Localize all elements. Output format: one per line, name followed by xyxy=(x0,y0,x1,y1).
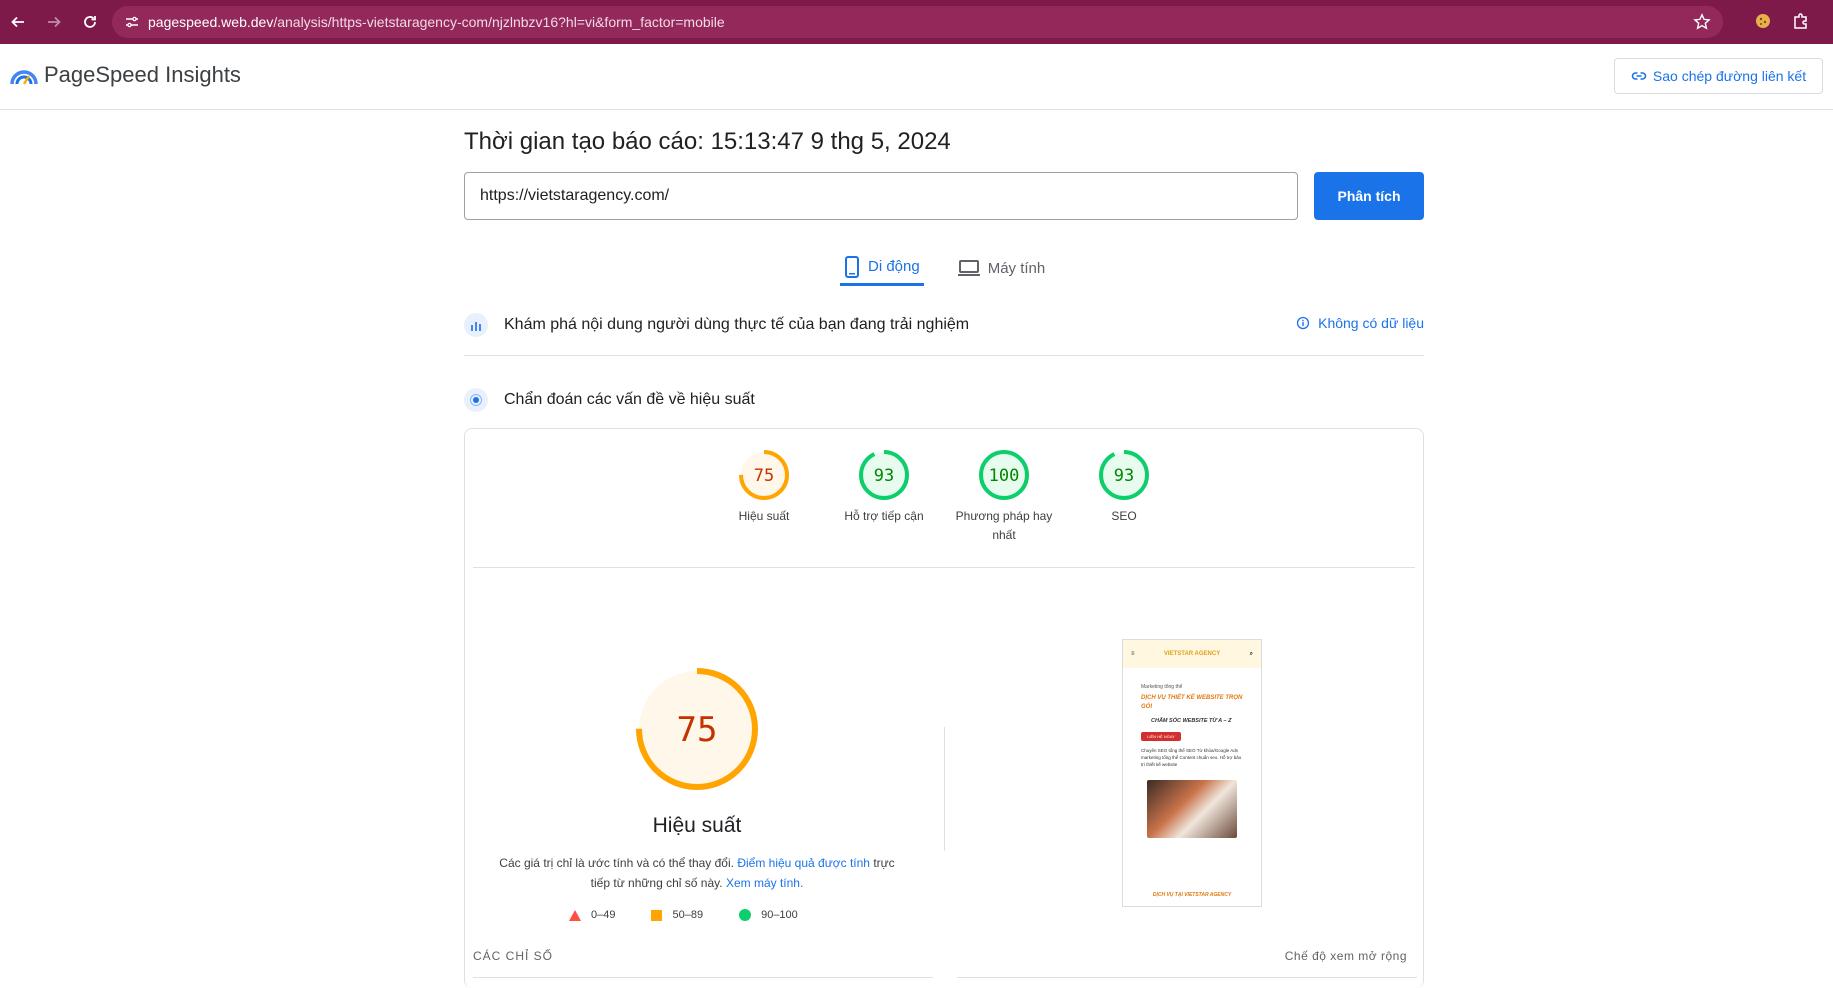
screenshot-brand: VIETSTAR AGENCY xyxy=(1163,651,1221,657)
red-triangle-icon xyxy=(569,909,581,921)
section-divider xyxy=(464,355,1424,356)
back-button[interactable] xyxy=(0,4,36,40)
forward-button[interactable] xyxy=(36,4,72,40)
screenshot-tagline: Marketing tổng thể xyxy=(1141,684,1183,690)
gauge-seo[interactable]: 93 SEO xyxy=(1064,449,1184,545)
performance-big-score: 75 xyxy=(677,710,718,750)
search-icon: ⌕ xyxy=(1249,650,1253,657)
screenshot-cta: LIÊN HỆ NGAY xyxy=(1141,732,1181,741)
metrics-divider xyxy=(473,977,933,978)
score-gauges: 75 Hiệu suất 93 Hỗ trợ tiếp cận 100 Phươ… xyxy=(465,449,1423,545)
pagespeed-logo-icon[interactable] xyxy=(10,64,38,88)
gauge-label: SEO xyxy=(1111,509,1137,523)
legend-item-average: 50–89 xyxy=(651,909,703,921)
gauge-best-practices[interactable]: 100 Phương pháp hay nhất xyxy=(944,449,1064,545)
arrow-right-icon xyxy=(48,16,61,28)
device-tabs: Di động Máy tính xyxy=(840,250,1079,290)
performance-heading: Hiệu suất xyxy=(652,814,742,837)
browser-toolbar: pagespeed.web.dev/analysis/https-vietsta… xyxy=(0,0,1833,44)
gauge-performance[interactable]: 75 Hiệu suất xyxy=(704,449,824,545)
expand-view-toggle[interactable]: Chế độ xem mở rộng xyxy=(1285,949,1407,963)
legend-label: 50–89 xyxy=(672,909,704,921)
app-header: PageSpeed Insights Sao chép đường liên k… xyxy=(0,44,1833,110)
orange-square-icon xyxy=(651,909,663,921)
legend-item-pass: 90–100 xyxy=(739,909,798,921)
performance-description: Các giá trị chỉ là ước tính và có thể th… xyxy=(495,853,899,893)
score-calc-link[interactable]: Điểm hiệu quả được tính xyxy=(737,856,870,870)
gauge-accessibility[interactable]: 93 Hỗ trợ tiếp cận xyxy=(824,449,944,545)
address-bar[interactable]: pagespeed.web.dev/analysis/https-vietsta… xyxy=(112,6,1723,38)
bookmark-star-icon[interactable] xyxy=(1693,13,1711,31)
see-calculator-link[interactable]: Xem máy tính. xyxy=(726,876,803,890)
laptop-icon xyxy=(957,260,980,276)
screenshot-footer: DỊCH VỤ TẠI VIETSTAR AGENCY xyxy=(1152,892,1232,898)
tab-mobile[interactable]: Di động xyxy=(840,250,924,286)
no-data-label: Không có dữ liệu xyxy=(1318,315,1424,331)
menu-icon: ≡ xyxy=(1131,651,1135,657)
gauge-score: 100 xyxy=(989,466,1020,486)
user-experience-icon xyxy=(464,313,488,337)
url-input[interactable] xyxy=(464,172,1298,220)
no-data-link[interactable]: Không có dữ liệu xyxy=(1296,315,1424,331)
metrics-heading: CÁC CHỈ SỐ xyxy=(473,949,554,963)
cookie-extension-icon[interactable] xyxy=(1752,10,1774,32)
performance-big-gauge: 75 xyxy=(636,668,758,790)
score-legend: 0–49 50–89 90–100 xyxy=(569,909,798,921)
gauge-label: Phương pháp hay nhất xyxy=(955,509,1053,542)
reload-button[interactable] xyxy=(72,4,108,40)
tab-desktop[interactable]: Máy tính xyxy=(954,250,1050,286)
app-title[interactable]: PageSpeed Insights xyxy=(44,62,241,88)
report-card: 75 Hiệu suất 93 Hỗ trợ tiếp cận 100 Phươ… xyxy=(464,428,1424,988)
reload-icon xyxy=(84,16,96,28)
screenshot-subtitle: CHĂM SÓC WEBSITE TỪ A – Z xyxy=(1151,718,1232,724)
smartphone-icon xyxy=(845,255,859,278)
gauge-best-practices-ring: 100 xyxy=(979,450,1029,500)
legend-label: 0–49 xyxy=(591,909,616,921)
gauge-score: 93 xyxy=(874,466,894,486)
gauge-label: Hiệu suất xyxy=(738,509,790,523)
screenshot-paragraph: Chuyên SEO tổng thể SEO Từ khóa/Google A… xyxy=(1141,748,1242,767)
gauge-seo-ring: 93 xyxy=(1099,450,1149,500)
arrow-left-icon xyxy=(11,16,24,28)
gauge-performance-ring: 75 xyxy=(739,450,789,500)
screenshot-header: ≡ VIETSTAR AGENCY ⌕ xyxy=(1123,640,1261,668)
gauge-score: 93 xyxy=(1114,466,1134,486)
lab-data-icon xyxy=(464,388,488,412)
tab-desktop-label: Máy tính xyxy=(987,259,1046,277)
link-icon xyxy=(1631,72,1647,80)
green-circle-icon xyxy=(739,909,752,921)
gauge-accessibility-ring: 93 xyxy=(859,450,909,500)
copy-link-label: Sao chép đường liên kết xyxy=(1652,68,1807,84)
screenshot-title: DỊCH VỤ THIẾT KẾ WEBSITE TRỌN GÓI xyxy=(1141,695,1243,710)
address-text: pagespeed.web.dev/analysis/https-vietsta… xyxy=(148,14,725,30)
field-data-text: Khám phá nội dung người dùng thực tế của… xyxy=(504,316,970,333)
metrics-divider xyxy=(957,977,1417,978)
tab-mobile-label: Di động xyxy=(868,258,920,275)
field-data-section: Khám phá nội dung người dùng thực tế của… xyxy=(464,305,1424,345)
vertical-divider xyxy=(944,727,945,851)
report-time-heading: Thời gian tạo báo cáo: 15:13:47 9 thg 5,… xyxy=(464,128,951,155)
diagnose-text: Chẩn đoán các vấn đề về hiệu suất xyxy=(504,391,755,408)
desc-text-1: Các giá trị chỉ là ước tính và có thể th… xyxy=(499,856,734,870)
legend-label: 90–100 xyxy=(761,909,798,921)
screenshot-hero-image xyxy=(1147,780,1237,838)
extensions-puzzle-icon[interactable] xyxy=(1790,10,1812,32)
page-screenshot[interactable]: ≡ VIETSTAR AGENCY ⌕ Marketing tổng thể D… xyxy=(1122,639,1262,907)
card-divider xyxy=(473,567,1415,568)
gauge-label: Hỗ trợ tiếp cận xyxy=(844,509,924,523)
analyze-button[interactable]: Phân tích xyxy=(1314,172,1424,220)
info-icon xyxy=(1296,316,1310,330)
diagnose-section: Chẩn đoán các vấn đề về hiệu suất xyxy=(464,380,1424,420)
legend-item-fail: 0–49 xyxy=(569,909,615,921)
gauge-score: 75 xyxy=(754,466,774,486)
site-settings-icon[interactable] xyxy=(116,6,148,38)
copy-link-button[interactable]: Sao chép đường liên kết xyxy=(1614,58,1823,94)
